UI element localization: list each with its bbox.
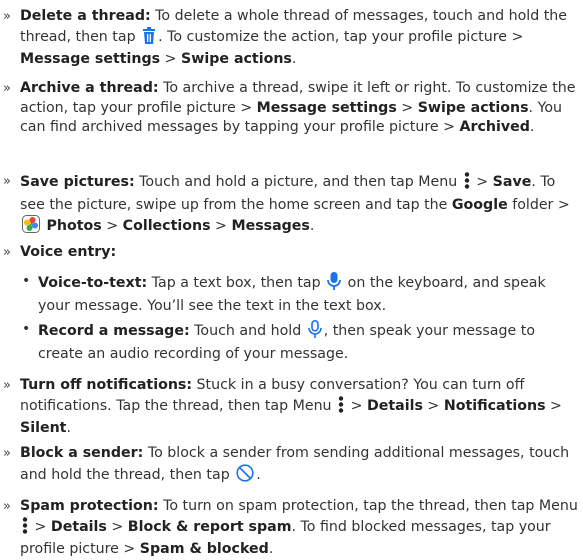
bullet-marker: » xyxy=(3,245,11,260)
bullet-marker: » xyxy=(3,174,11,189)
item-title: Delete a thread: xyxy=(20,8,151,24)
bullet-marker: » xyxy=(3,378,11,393)
menu-icon xyxy=(464,172,470,196)
bullet-marker: » xyxy=(3,499,11,514)
list-item-save-pictures: » Save pictures: Touch and hold a pictur… xyxy=(0,172,578,240)
bullet-marker: » xyxy=(3,9,11,24)
item-title: Turn off notifications: xyxy=(20,377,193,393)
microphone-icon xyxy=(327,272,342,297)
block-icon xyxy=(236,463,254,489)
list-item-delete-thread: » Delete a thread: To delete a whole thr… xyxy=(3,8,567,67)
item-title: Archive a thread: xyxy=(20,80,159,96)
menu-icon xyxy=(338,395,344,420)
list-item-voice-entry: » Voice entry: xyxy=(0,243,578,263)
list-item-spam-protection: » Spam protection: To turn on spam prote… xyxy=(3,498,578,557)
list-item-block-sender: » Block a sender: To block a sender from… xyxy=(0,444,578,488)
trash-icon xyxy=(142,26,156,51)
sub-item-record-message: • Record a message: Touch and hold , the… xyxy=(22,320,535,362)
bullet-marker: » xyxy=(3,446,11,461)
item-title: Spam protection: xyxy=(20,498,159,514)
list-item-archive-thread: » Archive a thread: To archive a thread,… xyxy=(3,80,576,135)
microphone-icon xyxy=(307,320,322,345)
item-title: Save pictures: xyxy=(20,174,135,190)
photos-app-icon xyxy=(22,215,40,240)
menu-icon xyxy=(22,516,28,541)
sub-item-voice-to-text: • Voice-to-text: Tap a text box, then ta… xyxy=(22,272,546,314)
bullet-dot: • xyxy=(22,273,31,289)
item-title: Block a sender: xyxy=(20,445,144,461)
bullet-dot: • xyxy=(22,321,31,337)
item-title: Voice entry: xyxy=(20,244,117,260)
list-item-turn-off-notifications: » Turn off notifications: Stuck in a bus… xyxy=(3,377,562,436)
bullet-marker: » xyxy=(3,81,11,96)
